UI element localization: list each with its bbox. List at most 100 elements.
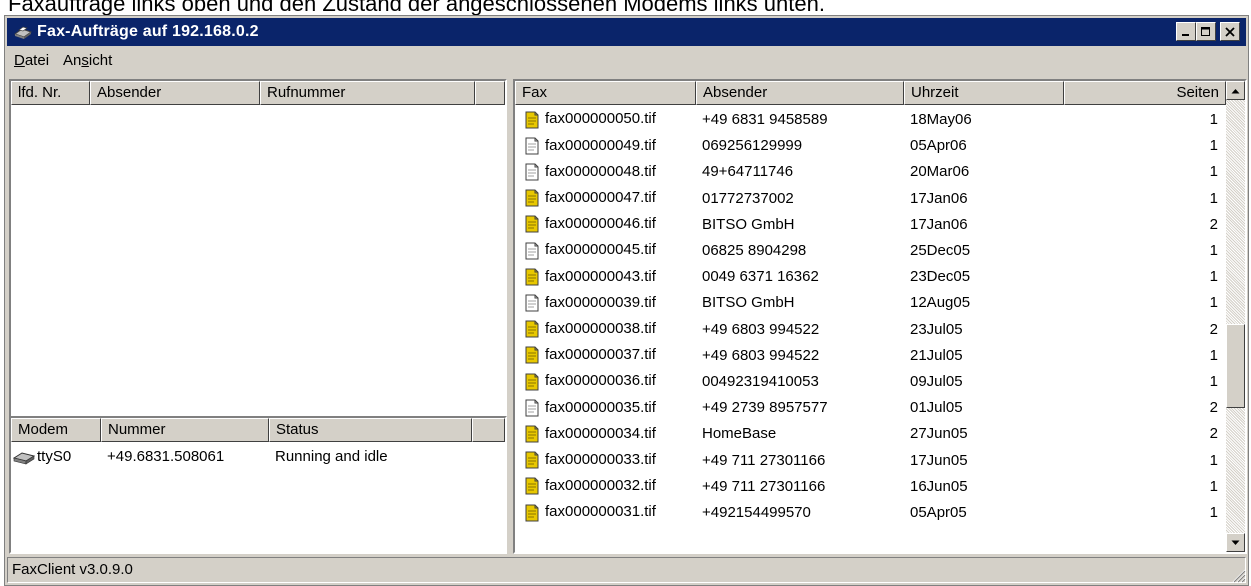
fax-row[interactable]: fax000000047.tif 01772737002 17Jan06 1 xyxy=(515,186,1226,211)
fax-document-icon xyxy=(525,268,539,286)
fax-row[interactable]: fax000000035.tif +49 2739 8957577 01Jul05 2 xyxy=(515,395,1226,420)
fax-list-scrollbar[interactable] xyxy=(1226,81,1245,552)
fax-time: 18May06 xyxy=(910,111,972,128)
fax-row[interactable]: fax000000039.tif BITSO GmbH 12Aug05 1 xyxy=(515,290,1226,315)
arrow-down-icon xyxy=(1231,540,1240,545)
fax-pages: 2 xyxy=(1209,320,1218,338)
fax-filename: fax000000031.tif xyxy=(545,503,656,521)
column-absender[interactable]: Absender xyxy=(90,81,260,105)
minimize-button[interactable] xyxy=(1176,22,1196,41)
fax-time: 12Aug05 xyxy=(910,294,971,312)
fax-sender: +49 6831 9458589 xyxy=(702,111,828,128)
fax-document-icon xyxy=(525,242,539,260)
fax-filename: fax000000033.tif xyxy=(545,451,656,469)
jobs-list[interactable]: lfd. Nr. Absender Rufnummer xyxy=(9,79,507,425)
fax-sender: BITSO GmbH xyxy=(702,215,795,233)
fax-row[interactable]: fax000000031.tif +492154499570 05Apr05 1 xyxy=(515,500,1226,525)
fax-list[interactable]: Fax Absender Uhrzeit Seiten fax000000050… xyxy=(513,79,1247,554)
fax-document-icon xyxy=(525,425,539,443)
column-nummer[interactable]: Nummer xyxy=(101,418,269,442)
fax-time: 05Apr05 xyxy=(910,504,967,521)
fax-row[interactable]: fax000000043.tif 0049 6371 16362 23Dec05 1 xyxy=(515,264,1226,289)
fax-sender: +49 2739 8957577 xyxy=(702,399,828,417)
fax-pages: 1 xyxy=(1209,451,1218,469)
scroll-down-button[interactable] xyxy=(1226,533,1245,552)
caption-text: Faxaufträge links oben und den Zustand d… xyxy=(8,0,825,16)
fax-row[interactable]: fax000000032.tif +49 711 27301166 16Jun05 1 xyxy=(515,474,1226,499)
fax-document-icon xyxy=(525,399,539,417)
modem-number: +49.6831.508061 xyxy=(107,448,225,465)
fax-row[interactable]: fax000000046.tif BITSO GmbH 17Jan06 2 xyxy=(515,212,1226,237)
menu-datei[interactable]: Datei xyxy=(7,52,56,69)
modem-row[interactable]: ttyS0 +49.6831.508061 Running and idle xyxy=(11,444,472,469)
fax-filename: fax000000032.tif xyxy=(545,477,656,495)
fax-sender: 06825 8904298 xyxy=(702,242,807,259)
close-button[interactable] xyxy=(1220,22,1240,41)
modem-status: Running and idle xyxy=(275,448,388,465)
fax-document-icon xyxy=(525,451,539,469)
column-rufnummer[interactable]: Rufnummer xyxy=(260,81,475,105)
fax-document-icon xyxy=(525,111,539,129)
fax-filename: fax000000045.tif xyxy=(545,241,656,259)
column-modem[interactable]: Modem xyxy=(11,418,101,442)
fax-document-icon xyxy=(525,189,539,207)
fax-row[interactable]: fax000000038.tif +49 6803 994522 23Jul05 2 xyxy=(515,317,1226,342)
fax-pages: 1 xyxy=(1209,477,1218,495)
title-bar[interactable]: Fax-Aufträge auf 192.168.0.2 xyxy=(7,18,1246,46)
scroll-up-button[interactable] xyxy=(1226,81,1245,100)
fax-document-icon xyxy=(525,215,539,233)
fax-filename: fax000000035.tif xyxy=(545,398,656,416)
column-absender[interactable]: Absender xyxy=(696,81,904,105)
column-seiten[interactable]: Seiten xyxy=(1064,81,1226,105)
modem-icon xyxy=(13,452,35,465)
caption-text-strip: Faxaufträge links oben und den Zustand d… xyxy=(0,0,1251,16)
fax-sender: 49+64711746 xyxy=(702,163,794,181)
fax-time: 25Dec05 xyxy=(910,242,971,259)
fax-sender: +49 6803 994522 xyxy=(702,320,820,338)
fax-time: 21Jul05 xyxy=(910,346,963,364)
fax-time: 27Jun05 xyxy=(910,425,968,443)
fax-row[interactable]: fax000000045.tif 06825 8904298 25Dec05 1 xyxy=(515,238,1226,263)
fax-row[interactable]: fax000000036.tif 00492319410053 09Jul05 1 xyxy=(515,369,1226,394)
fax-pages: 1 xyxy=(1209,346,1218,364)
jobs-list-header: lfd. Nr. Absender Rufnummer xyxy=(11,81,505,105)
fax-pages: 1 xyxy=(1209,189,1218,207)
fax-row[interactable]: fax000000048.tif 49+64711746 20Mar06 1 xyxy=(515,159,1226,184)
fax-time: 23Dec05 xyxy=(910,268,971,286)
modems-list[interactable]: Modem Nummer Status ttyS0 +49.6831.50806… xyxy=(9,416,507,554)
scroll-thumb[interactable] xyxy=(1226,324,1245,408)
fax-filename: fax000000046.tif xyxy=(545,215,656,233)
fax-pages: 1 xyxy=(1209,294,1218,312)
status-bar: FaxClient v3.0.9.0 xyxy=(7,557,1246,583)
window-title: Fax-Aufträge auf 192.168.0.2 xyxy=(37,23,259,40)
fax-filename: fax000000043.tif xyxy=(545,267,656,285)
fax-row[interactable]: fax000000033.tif +49 711 27301166 17Jun05 1 xyxy=(515,448,1226,473)
column-lfd-nr[interactable]: lfd. Nr. xyxy=(11,81,90,105)
maximize-button[interactable] xyxy=(1196,22,1216,41)
fax-sender: 01772737002 xyxy=(702,189,794,207)
modem-name: ttyS0 xyxy=(37,447,72,465)
close-icon xyxy=(1225,26,1235,37)
column-fax[interactable]: Fax xyxy=(515,81,696,105)
column-status[interactable]: Status xyxy=(269,418,472,442)
resize-grip-icon[interactable] xyxy=(1230,567,1246,583)
fax-row[interactable]: fax000000037.tif +49 6803 994522 21Jul05 1 xyxy=(515,343,1226,368)
fax-sender: +49 711 27301166 xyxy=(702,451,826,469)
fax-sender: BITSO GmbH xyxy=(702,294,795,312)
modems-list-header: Modem Nummer Status xyxy=(11,418,505,442)
fax-filename: fax000000037.tif xyxy=(545,346,656,364)
fax-filename: fax000000039.tif xyxy=(545,293,656,311)
column-filler xyxy=(475,81,505,105)
column-uhrzeit[interactable]: Uhrzeit xyxy=(904,81,1064,105)
fax-sender: HomeBase xyxy=(702,425,777,443)
fax-row[interactable]: fax000000034.tif HomeBase 27Jun05 2 xyxy=(515,421,1226,446)
fax-row[interactable]: fax000000049.tif 069256129999 05Apr06 1 xyxy=(515,133,1226,158)
fax-row[interactable]: fax000000050.tif +49 6831 9458589 18May06 1 xyxy=(515,107,1226,132)
fax-pages: 1 xyxy=(1209,268,1218,286)
fax-filename: fax000000048.tif xyxy=(545,162,656,180)
fax-pages: 1 xyxy=(1209,137,1218,155)
fax-pages: 2 xyxy=(1209,425,1218,443)
fax-pages: 2 xyxy=(1209,215,1218,233)
fax-document-icon xyxy=(525,294,539,312)
menu-ansicht[interactable]: Ansicht xyxy=(56,52,119,69)
